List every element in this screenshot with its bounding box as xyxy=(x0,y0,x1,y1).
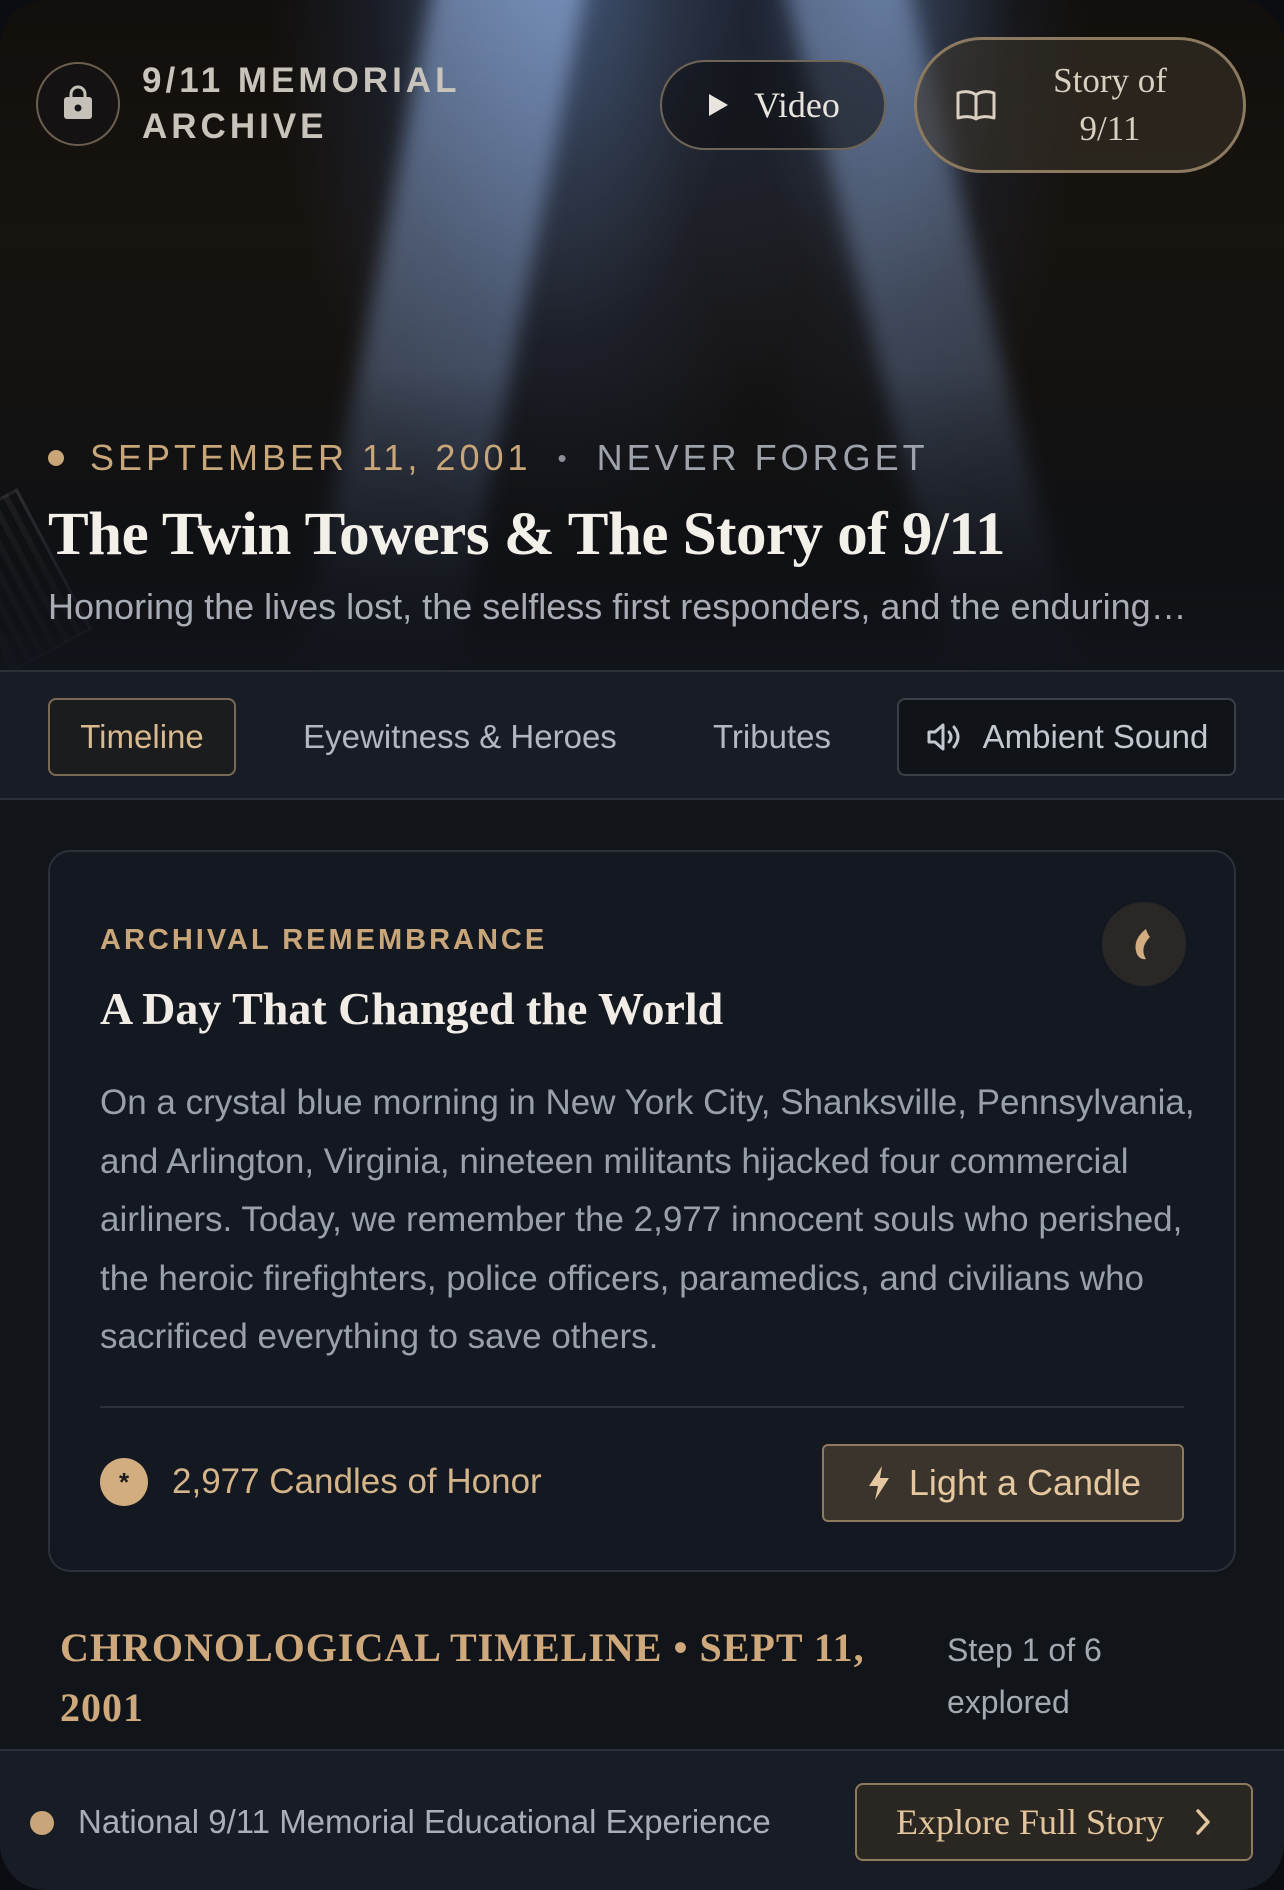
video-button-label: Video xyxy=(754,85,840,125)
light-candle-button[interactable]: Light a Candle xyxy=(822,1444,1184,1522)
candle-icon: * xyxy=(100,1458,148,1506)
candle-count: * 2,977 Candles of Honor xyxy=(100,1458,542,1506)
footer-text: National 9/11 Memorial Educational Exper… xyxy=(78,1803,771,1840)
tab-tributes[interactable]: Tributes xyxy=(690,698,854,776)
hero-tag: NEVER FORGET xyxy=(596,437,929,478)
play-icon xyxy=(709,94,729,116)
brand-line-1: 9/11 MEMORIAL xyxy=(142,61,461,100)
timeline-heading: CHRONOLOGICAL TIMELINE • SEPT 11, 2001 xyxy=(60,1625,865,1730)
explore-full-story-button[interactable]: Explore Full Story xyxy=(855,1783,1253,1861)
bullet-dot xyxy=(48,450,64,466)
card-title: A Day That Changed the World xyxy=(100,983,724,1034)
story-button[interactable]: Story of 9/11 xyxy=(914,37,1246,173)
candle-count-label: 2,977 Candles of Honor xyxy=(172,1462,542,1501)
video-button[interactable]: Video xyxy=(660,60,886,150)
hero-kicker: SEPTEMBER 11, 2001 • NEVER FORGET xyxy=(48,437,929,479)
bolt-icon xyxy=(868,1466,889,1500)
tab-bar: Timeline Eyewitness & Heroes Tributes Am… xyxy=(0,670,1284,800)
brand[interactable]: 9/11 MEMORIAL ARCHIVE xyxy=(36,58,472,150)
hero-subtitle: Honoring the lives lost, the selfless fi… xyxy=(48,586,1187,627)
divider xyxy=(100,1406,1184,1408)
book-open-icon xyxy=(956,90,996,121)
ambient-sound-toggle[interactable]: Ambient Sound xyxy=(897,698,1236,776)
hero-banner: 9/11 MEMORIAL ARCHIVE Video Story of 9/1… xyxy=(0,0,1284,721)
status-dot xyxy=(30,1811,54,1835)
tab-eyewitness-heroes[interactable]: Eyewitness & Heroes xyxy=(290,698,630,776)
flame-icon xyxy=(1135,929,1150,960)
brand-name: 9/11 MEMORIAL ARCHIVE xyxy=(142,58,472,150)
timeline-progress: Step 1 of 6 explored xyxy=(947,1632,1102,1720)
page-title: The Twin Towers & The Story of 9/11 xyxy=(48,501,1005,568)
flame-button[interactable] xyxy=(1102,902,1186,986)
speaker-icon xyxy=(927,723,960,751)
ambient-sound-label: Ambient Sound xyxy=(982,718,1209,755)
footer-bar: National 9/11 Memorial Educational Exper… xyxy=(0,1749,1284,1890)
remembrance-card: ARCHIVAL REMEMBRANCE A Day That Changed … xyxy=(48,850,1236,1572)
brand-line-2: ARCHIVE xyxy=(142,107,328,146)
card-kicker: ARCHIVAL REMEMBRANCE xyxy=(100,924,548,956)
kicker-separator: • xyxy=(557,442,571,473)
card-body: On a crystal blue morning in New York Ci… xyxy=(100,1083,1195,1356)
tab-timeline[interactable]: Timeline xyxy=(48,698,236,776)
explore-button-label: Explore Full Story xyxy=(896,1802,1164,1842)
light-candle-label: Light a Candle xyxy=(908,1462,1142,1503)
story-button-label: Story of 9/11 xyxy=(1053,61,1167,148)
hero-date: SEPTEMBER 11, 2001 xyxy=(90,437,532,478)
app-frame: 9/11 MEMORIAL ARCHIVE Video Story of 9/1… xyxy=(0,0,1284,1890)
bag-lock-icon xyxy=(36,62,120,146)
chevron-right-icon xyxy=(1196,1809,1210,1835)
